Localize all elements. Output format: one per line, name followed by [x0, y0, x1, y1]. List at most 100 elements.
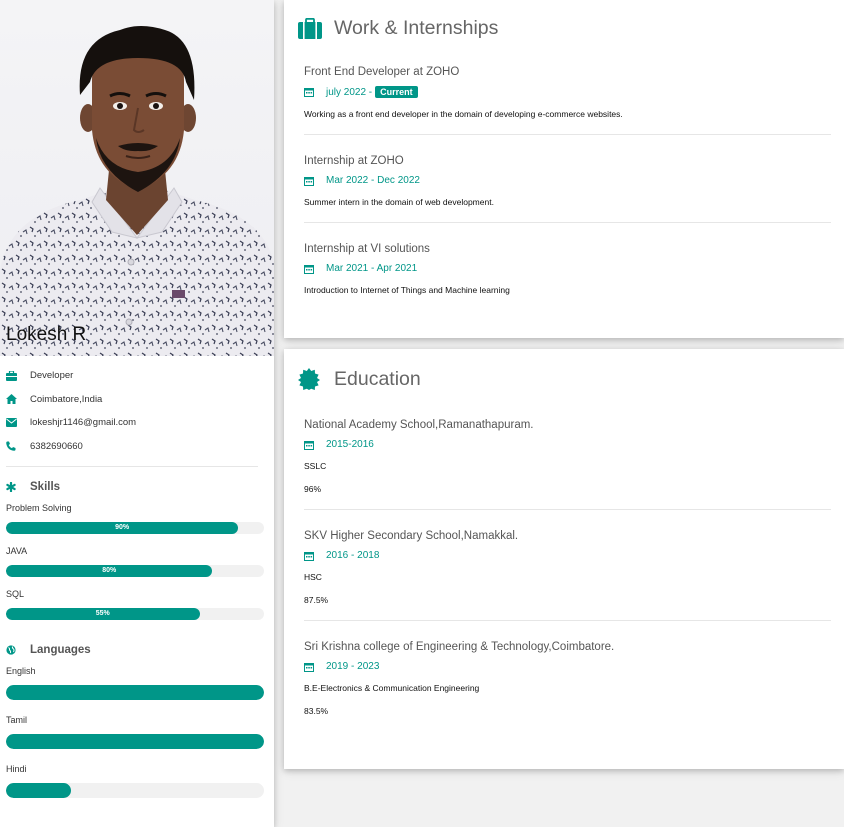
divider [304, 509, 831, 510]
language-name: Hindi [6, 764, 27, 774]
language-progress-bar [6, 734, 264, 749]
suitcase-icon [298, 17, 334, 39]
skill-progress-fill: 80% [6, 565, 213, 577]
education-degree: HSC [304, 572, 322, 582]
education-score: 83.5% [304, 706, 329, 716]
work-entry-date-text: Mar 2021 - Apr 2021 [326, 263, 418, 274]
education-entry-title: Sri Krishna college of Engineering & Tec… [304, 641, 615, 653]
work-entry-title: Front End Developer at ZOHO [304, 66, 460, 78]
skills-title: Skills [30, 481, 61, 493]
info-email-text: lokeshjr1146@gmail.com [30, 417, 137, 429]
info-location-text: Coimbatore,India [30, 393, 103, 405]
education-entry-date-text: 2016 - 2018 [326, 550, 380, 561]
education-entry-date-text: 2019 - 2023 [326, 661, 380, 672]
work-entry-date-text: july 2022 - [326, 86, 373, 98]
skill-name: JAVA [6, 546, 28, 556]
divider [6, 466, 258, 467]
education-score: 87.5% [304, 595, 329, 605]
work-entry: Front End Developer at ZOHO july 2022 - … [304, 66, 831, 135]
profile-photo: Lokesh R [0, 0, 274, 356]
education-entry-date: 2019 - 2023 [304, 661, 831, 672]
language-item: Hindi [6, 764, 268, 798]
divider [304, 134, 831, 135]
language-progress-bar [6, 783, 264, 798]
language-progress-bar [6, 685, 264, 700]
skills-heading: Skills [6, 481, 268, 493]
skill-progress-fill: 55% [6, 608, 200, 620]
work-entry-description: Working as a front end developer in the … [304, 109, 623, 119]
info-phone[interactable]: 6382690660 [6, 435, 268, 459]
work-entry-date: Mar 2022 - Dec 2022 [304, 175, 831, 186]
languages-title: Languages [30, 644, 91, 656]
current-badge: Current [375, 86, 418, 98]
briefcase-icon [6, 370, 30, 381]
education-heading: Education [284, 349, 844, 409]
work-entry-date-text: Mar 2022 - Dec 2022 [326, 175, 420, 186]
work-heading: Work & Internships [284, 0, 844, 56]
work-entry: Internship at ZOHO Mar 2022 - Dec 2022 S… [304, 155, 831, 223]
work-card: Work & Internships Front End Developer a… [284, 0, 844, 338]
work-entry-date: Mar 2021 - Apr 2021 [304, 263, 831, 274]
info-job: Developer [6, 364, 268, 388]
asterisk-icon [6, 482, 30, 492]
profile-portrait [0, 26, 274, 356]
divider [304, 222, 831, 223]
divider [304, 620, 831, 621]
globe-icon [6, 645, 30, 655]
language-item: English [6, 666, 268, 700]
language-progress-fill [6, 783, 71, 798]
skill-item: JAVA 80% [6, 546, 268, 577]
skill-name: SQL [6, 589, 25, 599]
info-email[interactable]: lokeshjr1146@gmail.com [6, 411, 268, 435]
language-progress-fill [6, 734, 264, 749]
profile-sidebar: Lokesh R Developer Coimbatore,India loke… [0, 0, 274, 827]
work-entry-description: Summer intern in the domain of web devel… [304, 197, 494, 207]
education-entry-date: 2015-2016 [304, 439, 831, 450]
education-entry: SKV Higher Secondary School,Namakkal. 20… [304, 530, 831, 621]
info-location: Coimbatore,India [6, 388, 268, 412]
calendar-icon [304, 176, 326, 186]
phone-icon [6, 441, 30, 452]
skill-progress-bar: 90% [6, 522, 264, 534]
language-item: Tamil [6, 715, 268, 749]
calendar-icon [304, 87, 326, 97]
language-name: English [6, 666, 36, 676]
education-entry: Sri Krishna college of Engineering & Tec… [304, 641, 831, 716]
education-entry-title: SKV Higher Secondary School,Namakkal. [304, 530, 519, 542]
certificate-icon [298, 368, 334, 390]
language-progress-fill [6, 685, 264, 700]
education-degree: B.E-Electronics & Communication Engineer… [304, 683, 480, 693]
education-entry: National Academy School,Ramanathapuram. … [304, 419, 831, 510]
info-phone-text: 6382690660 [30, 440, 83, 452]
work-entry-title: Internship at ZOHO [304, 155, 404, 167]
education-card: Education National Academy School,Ramana… [284, 349, 844, 769]
work-entry-date: july 2022 - Current [304, 86, 831, 98]
calendar-icon [304, 551, 326, 561]
profile-name: Lokesh R [6, 324, 87, 345]
education-entry-date-text: 2015-2016 [326, 439, 374, 450]
education-degree: SSLC [304, 461, 327, 471]
skill-item: SQL 55% [6, 589, 268, 620]
calendar-icon [304, 264, 326, 274]
education-title: Education [334, 367, 421, 390]
skill-progress-bar: 80% [6, 565, 264, 577]
home-icon [6, 394, 30, 405]
envelope-icon [6, 418, 30, 428]
work-entry-description: Introduction to Internet of Things and M… [304, 285, 510, 295]
work-title: Work & Internships [334, 16, 499, 39]
education-score: 96% [304, 484, 322, 494]
skill-progress-bar: 55% [6, 608, 264, 620]
info-job-text: Developer [30, 370, 74, 382]
skill-name: Problem Solving [6, 503, 72, 513]
calendar-icon [304, 662, 326, 672]
education-entry-date: 2016 - 2018 [304, 550, 831, 561]
work-entry-title: Internship at VI solutions [304, 243, 430, 255]
contact-info: Developer Coimbatore,India lokeshjr1146@… [0, 356, 274, 798]
language-name: Tamil [6, 715, 28, 725]
calendar-icon [304, 440, 326, 450]
education-entry-title: National Academy School,Ramanathapuram. [304, 419, 534, 431]
skill-item: Problem Solving 90% [6, 503, 268, 534]
skill-progress-fill: 90% [6, 522, 239, 534]
work-entry: Internship at VI solutions Mar 2021 - Ap… [304, 243, 831, 295]
languages-heading: Languages [6, 644, 268, 656]
